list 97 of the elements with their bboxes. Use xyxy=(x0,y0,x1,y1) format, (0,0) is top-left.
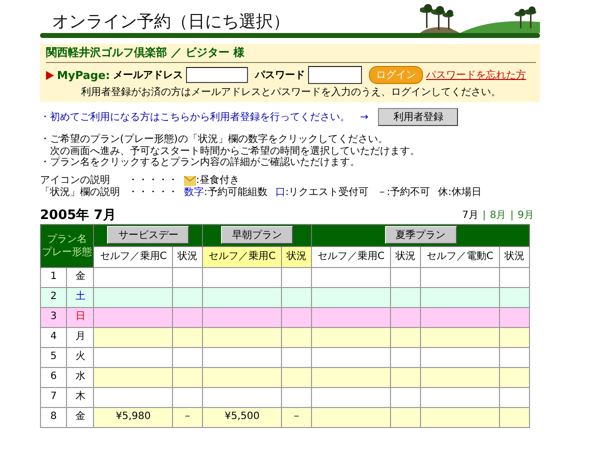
weekday-cell: 日 xyxy=(66,307,94,327)
column-header: セルフ／電動C xyxy=(420,246,500,267)
legend-description: :予約不可 xyxy=(386,186,430,198)
table-cell xyxy=(281,327,312,347)
table-cell xyxy=(172,267,203,287)
table-cell xyxy=(499,307,530,327)
date-cell: 1 xyxy=(40,267,67,287)
password-field[interactable] xyxy=(308,66,362,84)
register-text: ・初めてご利用になる方はこちらから利用者登録を行ってください。 xyxy=(40,110,350,124)
table-cell xyxy=(499,387,530,407)
legend-description: :昼食付き xyxy=(196,174,240,186)
table-cell xyxy=(172,387,203,407)
instruction-text: ・プラン名をクリックするとプラン内容の詳細がご確認いただけます。 xyxy=(40,157,361,168)
table-cell: － xyxy=(281,407,312,427)
legend-description: :休場日 xyxy=(448,186,482,198)
column-header: 状況 xyxy=(499,246,530,267)
table-cell xyxy=(281,387,312,407)
table-cell xyxy=(390,327,421,347)
weekday-cell: 水 xyxy=(66,367,94,387)
weekday-cell: 金 xyxy=(66,267,94,287)
dots-text: ・・・・・ xyxy=(128,186,179,198)
legend-label: アイコンの説明 xyxy=(40,174,111,186)
date-cell: 2 xyxy=(40,287,67,307)
table-cell xyxy=(281,347,312,367)
table-cell: ¥5,980 xyxy=(94,407,173,427)
month-title: 2005年 7月 xyxy=(40,208,116,222)
table-cell xyxy=(390,407,421,427)
table-cell xyxy=(172,347,203,367)
email-label: メールアドレス xyxy=(113,68,184,82)
instruction-text: 次の画面へ進み、予可なスタート時間からご希望の時間を選択していただけます。 xyxy=(49,146,421,156)
date-cell: 5 xyxy=(40,347,67,367)
mypage-label: MyPage: xyxy=(57,68,110,82)
table-cell xyxy=(281,287,312,307)
table-cell xyxy=(499,327,530,347)
status-term: 数字 xyxy=(184,186,204,198)
table-cell xyxy=(172,327,203,347)
register-button[interactable]: 利用者登録 xyxy=(378,108,458,126)
column-header: セルフ／乗用C xyxy=(202,246,282,267)
date-cell: 3 xyxy=(40,307,67,327)
weekday-cell: 金 xyxy=(66,407,94,427)
status-term: 口 xyxy=(275,186,286,198)
table-cell xyxy=(499,347,530,367)
month-link[interactable]: 8月 xyxy=(490,208,506,222)
status-term: － xyxy=(376,186,387,198)
table-cell xyxy=(499,367,530,387)
table-cell: ¥5,500 xyxy=(202,407,282,427)
separator-text: | xyxy=(510,208,514,222)
legend-label: 「状況」欄の説明 xyxy=(40,186,121,198)
triangle-icon xyxy=(46,70,54,80)
envelope-icon xyxy=(184,176,196,186)
separator-text: | xyxy=(482,208,486,222)
table-cell xyxy=(390,387,421,407)
forgot-password-link[interactable]: パスワードを忘れた方 xyxy=(426,68,526,82)
column-header: 状況 xyxy=(172,246,203,267)
column-header: 状況 xyxy=(390,246,421,267)
plan-button[interactable]: 夏季プラン xyxy=(384,226,457,244)
table-cell xyxy=(172,367,203,387)
legend-description: :リクエスト受付可 xyxy=(285,186,369,198)
weekday-cell: 木 xyxy=(66,387,94,407)
dots-text: ・・・・・ xyxy=(128,174,179,186)
status-term: 休 xyxy=(438,186,448,198)
email-field[interactable] xyxy=(186,67,248,83)
table-cell xyxy=(390,367,421,387)
club-name: 関西軽井沢ゴルフ倶楽部 ／ ビジター 様 xyxy=(46,46,536,63)
month-link[interactable]: 9月 xyxy=(518,208,534,222)
table-cell xyxy=(390,307,421,327)
date-cell: 6 xyxy=(40,367,67,387)
table-cell xyxy=(281,367,312,387)
table-cell xyxy=(390,267,421,287)
corner-header: プラン名 プレー形態 xyxy=(40,224,94,267)
password-label: パスワード xyxy=(255,68,306,82)
date-cell: 4 xyxy=(40,327,67,347)
table-cell xyxy=(499,287,530,307)
table-cell xyxy=(499,267,530,287)
column-header: 状況 xyxy=(281,246,312,267)
table-cell xyxy=(390,287,421,307)
instruction-text: ・ご希望のプラン(プレー形態)の「状況」欄の数字をクリックしてください。 xyxy=(40,134,389,146)
date-cell: 7 xyxy=(40,387,67,407)
weekday-cell: 月 xyxy=(66,327,94,347)
table-cell: － xyxy=(172,407,203,427)
login-note: 利用者登録がお済の方はメールアドレスとパスワードを入力のうえ、ログインしてください。 xyxy=(80,86,502,99)
weekday-cell: 火 xyxy=(66,347,94,367)
arrow-text: → xyxy=(360,110,368,124)
month-link[interactable]: 7月 xyxy=(462,208,478,222)
column-header: セルフ／乗用C xyxy=(312,246,390,267)
table-cell xyxy=(281,267,312,287)
table-cell xyxy=(172,307,203,327)
date-cell: 8 xyxy=(40,407,67,427)
plan-button[interactable]: サービスデー xyxy=(107,226,190,244)
table-cell xyxy=(281,307,312,327)
table-cell xyxy=(390,347,421,367)
weekday-cell: 土 xyxy=(66,287,94,307)
column-header: セルフ／乗用C xyxy=(94,246,173,267)
table-cell xyxy=(172,287,203,307)
table-cell xyxy=(499,407,530,427)
plan-button[interactable]: 早朝プラン xyxy=(221,226,294,244)
legend-description: :予約可能組数 xyxy=(204,186,268,198)
